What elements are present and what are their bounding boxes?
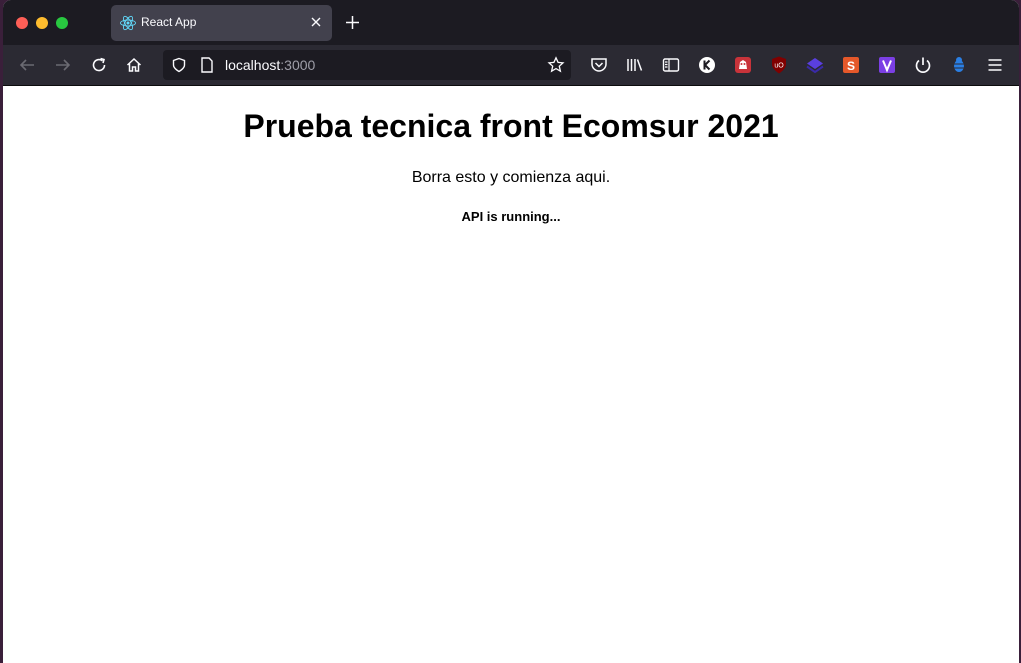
react-icon	[120, 15, 136, 31]
power-icon[interactable]	[913, 55, 933, 75]
close-tab-icon[interactable]	[309, 15, 323, 29]
url-port: :3000	[280, 57, 316, 73]
menu-icon[interactable]	[985, 55, 1005, 75]
minimize-window-button[interactable]	[36, 17, 48, 29]
svg-text:uO: uO	[774, 63, 784, 70]
home-icon[interactable]	[125, 56, 143, 74]
extension-bug-icon[interactable]	[949, 55, 969, 75]
forward-icon[interactable]	[54, 56, 72, 74]
page-content: Prueba tecnica front Ecomsur 2021 Borra …	[3, 86, 1019, 663]
shield-icon[interactable]	[171, 57, 187, 73]
extension-icon[interactable]	[733, 55, 753, 75]
page-icon[interactable]	[200, 57, 214, 73]
extension-s-icon[interactable]: S	[841, 55, 861, 75]
extension-v-icon[interactable]	[877, 55, 897, 75]
browser-window: React App localhost:3000 uO S Prueba tec…	[3, 0, 1019, 663]
maximize-window-button[interactable]	[56, 17, 68, 29]
close-window-button[interactable]	[16, 17, 28, 29]
tab-title: React App	[141, 15, 197, 29]
sidebar-icon[interactable]	[661, 55, 681, 75]
address-bar[interactable]: localhost:3000	[163, 50, 571, 80]
navigation-bar: localhost:3000 uO S	[3, 45, 1019, 86]
new-tab-icon[interactable]	[345, 15, 360, 30]
title-bar: React App	[3, 0, 1019, 45]
bookmark-star-icon[interactable]	[547, 56, 565, 74]
intro-paragraph: Borra esto y comienza aqui.	[411, 169, 611, 186]
url-host: localhost	[225, 57, 281, 73]
reload-icon[interactable]	[90, 56, 108, 74]
url-text[interactable]: localhost:3000	[225, 57, 315, 73]
k-extension-icon[interactable]	[697, 55, 717, 75]
back-icon[interactable]	[18, 56, 36, 74]
library-icon[interactable]	[625, 55, 645, 75]
page-heading: Prueba tecnica front Ecomsur 2021	[243, 108, 779, 144]
tab-react-app[interactable]: React App	[111, 5, 332, 41]
ublock-icon[interactable]: uO	[769, 55, 789, 75]
pocket-icon[interactable]	[589, 55, 609, 75]
extension-layers-icon[interactable]	[805, 55, 825, 75]
svg-text:S: S	[847, 59, 855, 73]
api-status-text: API is running...	[461, 209, 561, 224]
